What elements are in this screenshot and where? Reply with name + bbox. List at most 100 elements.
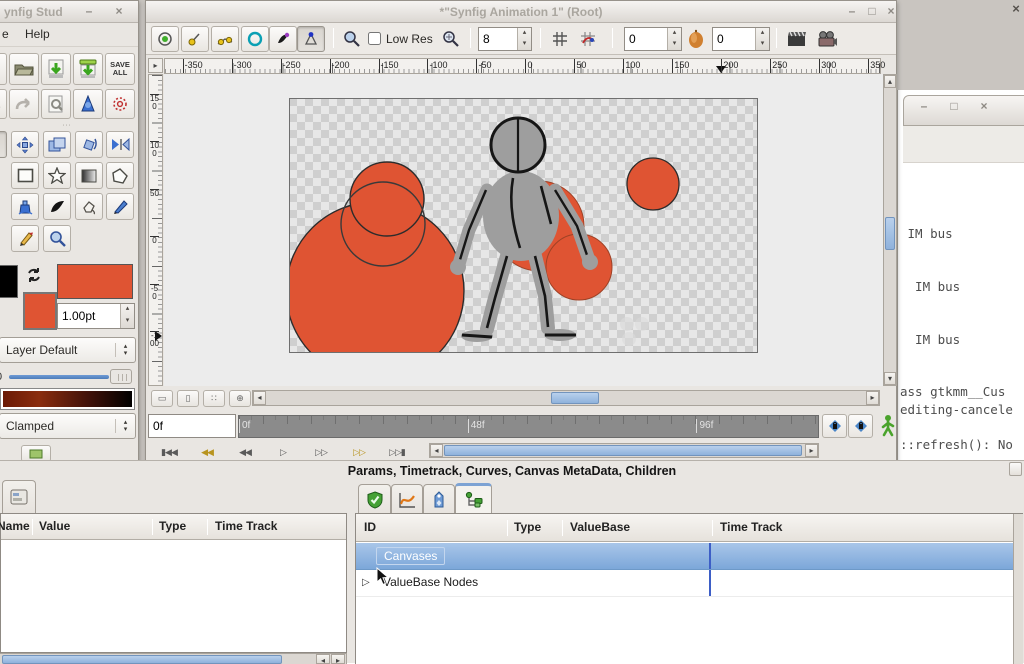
tool-zoom-button[interactable] [43,225,71,252]
outline-color-swatch[interactable] [0,265,18,298]
params-hscroll-thumb[interactable] [2,655,282,664]
params-table-header[interactable]: Name Value Type Time Track [1,514,346,540]
params-scroll-left-button[interactable]: ◂ [316,654,330,664]
gradient-swatch[interactable] [1,389,134,409]
new-file-button[interactable] [0,53,7,85]
default-layer-dropdown[interactable]: Layer Default ▴▾ [0,337,136,363]
next-frame-button[interactable]: ▷▷ [302,444,340,461]
toolbox-titlebar[interactable]: ynfig Stud – × [0,1,138,23]
render-options-button[interactable]: ∷ [203,390,225,407]
quality-stepper[interactable]: ▴▾ [517,28,531,50]
future-keyframe-lock-button[interactable] [848,414,873,438]
tool-rotate-button[interactable] [75,131,103,158]
onion-skin-icon[interactable] [686,29,706,54]
swap-colors-icon[interactable] [26,267,42,288]
tab-children[interactable] [455,483,492,514]
line-width-stepper[interactable]: ▴▾ [120,304,134,328]
time-scroll-right-button[interactable]: ▸ [805,444,818,457]
tab-curves[interactable] [391,484,423,514]
artboard[interactable] [289,98,758,353]
play-button[interactable]: ▷ [264,444,302,461]
scroll-up-button[interactable]: ▴ [884,75,896,88]
show-grid-button[interactable] [548,27,572,51]
toggle-width-handles-button[interactable] [269,26,297,52]
params-scroll-right-button[interactable]: ▸ [331,654,345,664]
refresh-view-button[interactable]: ⊕ [229,390,251,407]
tool-width-button[interactable] [43,193,71,220]
col-value[interactable]: Value [39,519,70,533]
col-timetrack[interactable]: Time Track [215,519,277,533]
past-onion-input[interactable] [625,28,667,50]
col-id[interactable]: ID [364,520,376,534]
tab-keyframes[interactable] [358,484,391,514]
panel-corner-button[interactable] [1009,462,1022,476]
tool-duplicate-button[interactable] [43,131,71,158]
seek-begin-button[interactable]: ▮◀◀ [150,444,188,461]
time-scroll-thumb[interactable] [444,445,802,456]
slider-track[interactable] [9,375,109,379]
current-time-field[interactable] [148,414,236,438]
ruler-corner-button[interactable]: ▸ [148,58,163,73]
tool-fill-button[interactable] [75,193,103,220]
open-file-button[interactable] [9,53,39,85]
col-type[interactable]: Type [159,519,186,533]
tool-transform-button[interactable] [0,131,7,158]
terminal-titlebar[interactable]: – □ × [903,95,1024,126]
toolbox-close-button[interactable]: × [111,1,127,23]
tool-smooth-move-button[interactable] [11,131,39,158]
undo-button[interactable] [0,89,7,119]
past-onion-stepper[interactable]: ▴▾ [667,28,681,50]
background-close-icon[interactable]: × [1008,1,1024,17]
close-button[interactable]: × [883,1,899,23]
quality-spinbox[interactable]: ▴▾ [478,27,532,51]
maximize-button[interactable]: □ [864,1,880,23]
terminal-maximize-button[interactable]: □ [946,96,962,118]
col-type[interactable]: Type [514,520,541,534]
redo-button[interactable] [9,89,39,119]
terminal-close-button[interactable]: × [976,96,992,118]
revert-button[interactable] [41,89,71,119]
save-button[interactable] [41,53,71,85]
tool-mirror-button[interactable] [106,131,134,158]
zoom-fit-button[interactable] [339,26,365,52]
time-scroll-left-button[interactable]: ◂ [430,444,443,457]
preview-button[interactable] [814,27,840,51]
horizontal-ruler[interactable]: -350-300-250-200-150-100-500501001502002… [164,58,881,74]
scroll-left-button[interactable]: ◂ [253,391,266,405]
past-onion-spinbox[interactable]: ▴▾ [624,27,682,51]
seek-end-button[interactable]: ▷▷▮ [378,444,416,461]
seek-next-keyframe-button[interactable]: ▷▷ [340,444,378,461]
past-keyframe-lock-button[interactable] [822,414,847,438]
canvas-vscrollbar[interactable]: ▴ ▾ [883,74,897,386]
prev-frame-button[interactable]: ◀◀ [226,444,264,461]
low-res-checkbox[interactable] [368,32,381,45]
line-width-input[interactable] [58,304,120,328]
toggle-position-handles-button[interactable] [151,26,179,52]
seek-prev-keyframe-button[interactable]: ◀◀ [188,444,226,461]
tool-sketch-button[interactable] [106,193,134,220]
quality-input[interactable] [479,28,517,50]
brush-preview-swatch[interactable] [57,264,133,299]
toggle-vertex-handles-button[interactable] [181,26,209,52]
tool-bline-button[interactable] [11,193,39,220]
tool-polygon-button[interactable] [106,162,134,189]
canvas-viewport[interactable] [164,74,883,386]
about-button[interactable] [105,89,135,119]
future-onion-input[interactable] [713,28,755,50]
toggle-radius-handles-button[interactable] [241,26,269,52]
toolbar-grip-dots[interactable]: ⋯ [49,120,85,131]
menu-file[interactable]: e [2,27,9,41]
col-timetrack[interactable]: Time Track [720,520,782,534]
col-valuebase[interactable]: ValueBase [570,520,630,534]
tool-star-button[interactable] [43,162,71,189]
expander-icon[interactable]: ▷ [362,577,370,588]
timebar[interactable]: 0f48f96f [238,415,819,438]
tab-timetrack[interactable] [423,484,455,514]
setup-button[interactable] [73,89,103,119]
low-res-magnifier-button[interactable] [438,26,464,52]
vscroll-thumb[interactable] [885,217,895,250]
toolbox-minimize-button[interactable]: – [81,1,97,23]
future-onion-stepper[interactable]: ▴▾ [755,28,769,50]
table-row[interactable]: Canvases [356,543,1022,570]
hscroll-thumb[interactable] [551,392,599,404]
